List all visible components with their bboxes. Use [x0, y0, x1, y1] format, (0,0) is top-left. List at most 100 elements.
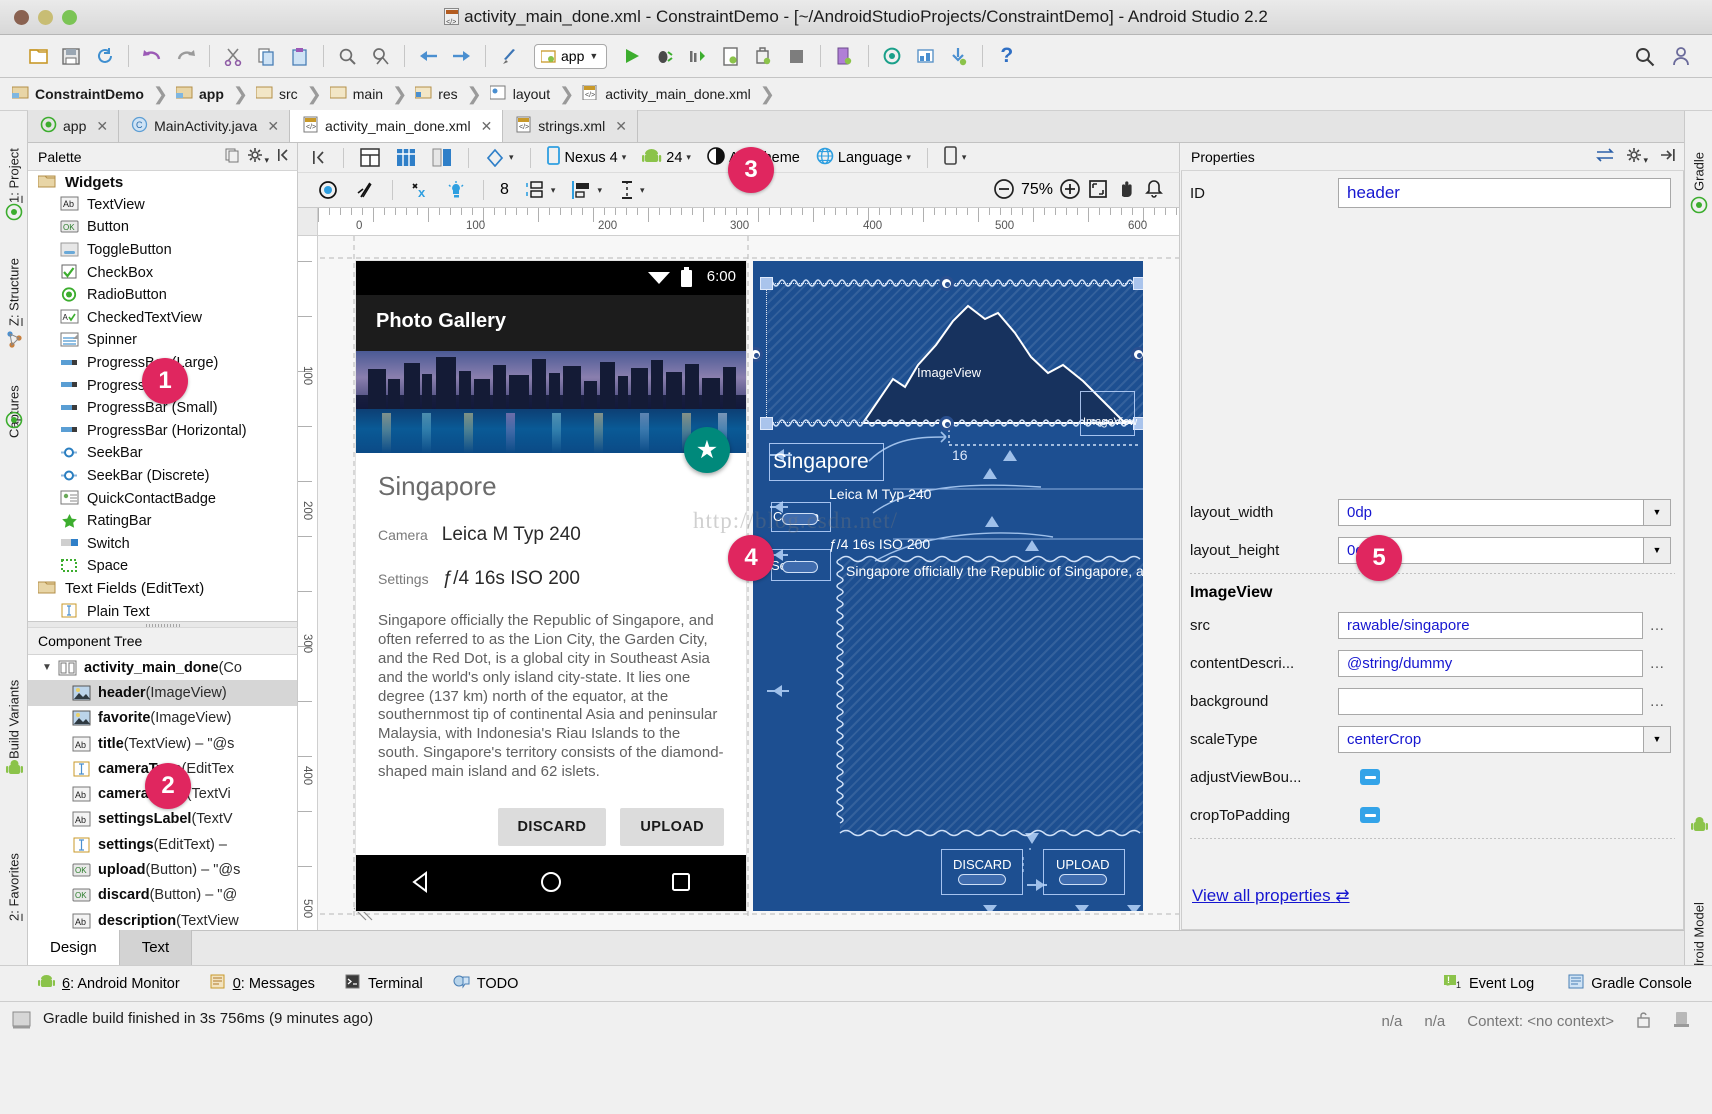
paste-icon[interactable]	[283, 41, 316, 71]
memory-icon[interactable]	[1673, 1010, 1690, 1032]
default-margin-value[interactable]: 8	[492, 177, 517, 203]
chevron-down-icon[interactable]: ▼	[1644, 499, 1671, 526]
palette-item-spinner[interactable]: Spinner	[28, 329, 297, 352]
src-field[interactable]: rawable/singapore	[1338, 612, 1643, 639]
croptopadding-toggle[interactable]	[1360, 807, 1380, 823]
tab-design[interactable]: Design	[28, 930, 120, 965]
blueprint-settings-field[interactable]	[782, 561, 818, 573]
toggle-view-icon[interactable]	[1595, 148, 1615, 165]
palette-item-ratingbar[interactable]: RatingBar	[28, 510, 297, 533]
palette-item-checkbox[interactable]: CheckBox	[28, 261, 297, 284]
build-icon[interactable]	[493, 41, 526, 71]
scaletype-field[interactable]: centerCrop	[1338, 726, 1644, 753]
layout-inspector-icon[interactable]	[876, 41, 909, 71]
find-replace-icon[interactable]	[364, 41, 397, 71]
sdk-manager-icon[interactable]	[747, 41, 780, 71]
search-everywhere-icon[interactable]	[1628, 41, 1661, 71]
palette-item-progressbar-horizontal[interactable]: ProgressBar (Horizontal)	[28, 420, 297, 443]
layout-width-field[interactable]: 0dp	[1338, 499, 1644, 526]
collapse-panel-icon[interactable]	[304, 145, 335, 171]
blueprint-upload-button[interactable]	[1043, 849, 1125, 895]
resize-handle-top-right[interactable]	[1133, 277, 1143, 290]
debug-icon[interactable]	[648, 41, 681, 71]
align-icon[interactable]: ▾	[563, 177, 610, 203]
run-icon[interactable]	[615, 41, 648, 71]
breadcrumb-item-project[interactable]: ConstraintDemo	[12, 78, 153, 111]
sync-icon[interactable]	[88, 41, 121, 71]
palette-item-radiobutton[interactable]: RadioButton	[28, 284, 297, 307]
home-nav-icon[interactable]	[539, 870, 563, 897]
id-field[interactable]: header	[1338, 178, 1671, 208]
sidebar-item-favorites[interactable]: 2: Favorites	[0, 811, 28, 921]
back-icon[interactable]	[412, 41, 445, 71]
table-row[interactable]: OK discard (Button) – "@	[28, 883, 297, 908]
breadcrumb-item-src[interactable]: src	[256, 78, 307, 111]
chevron-down-icon[interactable]: ▼	[1644, 537, 1671, 564]
table-row[interactable]: header (ImageView)	[28, 680, 297, 705]
background-browse-button[interactable]: …	[1643, 693, 1671, 710]
table-row[interactable]: settings (EditText) –	[28, 832, 297, 857]
lock-icon[interactable]	[1636, 1011, 1651, 1032]
collapse-all-icon[interactable]	[277, 148, 291, 165]
warnings-icon[interactable]	[1143, 178, 1165, 203]
blueprint-description-box[interactable]	[840, 559, 1143, 833]
palette-item-switch[interactable]: Switch	[28, 533, 297, 556]
tool-window-event-log[interactable]: !1 Event Log	[1443, 974, 1534, 994]
pack-icon[interactable]: ▾	[517, 177, 564, 203]
back-nav-icon[interactable]	[409, 870, 433, 897]
close-icon[interactable]: ✕	[96, 118, 108, 135]
autoconnect-icon[interactable]	[347, 177, 384, 203]
avd-manager-icon[interactable]	[909, 41, 942, 71]
adjustviewbounds-toggle[interactable]	[1360, 769, 1380, 785]
show-constraints-icon[interactable]	[310, 177, 347, 203]
design-view-icon[interactable]	[352, 145, 388, 171]
infer-constraints-icon[interactable]	[438, 177, 475, 203]
palette-item-plain-text[interactable]: Plain Text	[28, 600, 297, 621]
view-all-properties-link[interactable]: View all properties ⇄	[1192, 886, 1350, 906]
chevron-down-icon[interactable]: ▼	[1644, 726, 1671, 753]
run-step-icon[interactable]	[681, 41, 714, 71]
chevron-down-icon[interactable]: ▾	[551, 185, 556, 196]
discard-button[interactable]: DISCARD	[498, 808, 607, 846]
tool-window-android-monitor[interactable]: 6: Android Monitor	[38, 974, 180, 993]
table-row[interactable]: Ab title (TextView) – "@s	[28, 731, 297, 756]
chevron-down-icon[interactable]: ▾	[640, 185, 645, 196]
src-browse-button[interactable]: …	[1643, 617, 1671, 634]
gear-icon[interactable]: ▾	[248, 148, 269, 166]
blueprint-view-icon[interactable]	[388, 145, 424, 171]
gear-icon[interactable]: ▾	[1627, 148, 1648, 166]
tool-window-todo[interactable]: TODO	[453, 974, 519, 993]
help-icon[interactable]: ?	[990, 41, 1023, 71]
camera-value[interactable]: Leica M Typ 240	[442, 524, 581, 546]
language-selector[interactable]: Language ▾	[808, 145, 919, 171]
table-row[interactable]: Ab description (TextView	[28, 908, 297, 930]
sidebar-item-structure[interactable]: Z: Structure	[0, 216, 28, 326]
palette-item-button[interactable]: OK Button	[28, 216, 297, 239]
blueprint-view[interactable]: ImageView ImageView 16 Singapore Leica M…	[753, 261, 1143, 911]
tool-window-gradle-console[interactable]: Gradle Console	[1568, 974, 1692, 993]
chevron-down-icon[interactable]: ▼	[42, 662, 56, 673]
blueprint-discard-button[interactable]	[941, 849, 1023, 895]
chevron-down-icon[interactable]: ▾	[962, 152, 967, 163]
save-all-icon[interactable]	[55, 41, 88, 71]
close-icon[interactable]: ✕	[481, 118, 493, 135]
palette-tree-splitter[interactable]	[28, 621, 298, 628]
tab-app[interactable]: app ✕	[28, 110, 119, 142]
avd-icon[interactable]	[714, 41, 747, 71]
contentdescription-browse-button[interactable]: …	[1643, 655, 1671, 672]
download-icon[interactable]	[942, 41, 975, 71]
tool-window-messages[interactable]: 0: Messages	[210, 974, 315, 993]
sidebar-item-project[interactable]: 1: Project	[0, 117, 28, 203]
settings-value[interactable]: ƒ/4 16s ISO 200	[443, 568, 580, 590]
tab-mainactivity[interactable]: C MainActivity.java ✕	[119, 110, 290, 142]
hide-panel-icon[interactable]	[1660, 148, 1676, 165]
blueprint-favorite-imageview[interactable]	[1080, 391, 1135, 436]
table-row[interactable]: OK upload (Button) – "@s	[28, 857, 297, 882]
close-icon[interactable]: ✕	[267, 118, 279, 135]
tab-strings[interactable]: </> strings.xml ✕	[503, 110, 638, 142]
palette-group-text-fields[interactable]: Text Fields (EditText)	[28, 578, 297, 601]
resize-handle-bottom-left[interactable]	[760, 417, 773, 430]
sidebar-item-build-variants[interactable]: Build Variants	[0, 641, 28, 759]
guidelines-icon[interactable]: ▾	[610, 177, 653, 203]
palette-item-textview[interactable]: Ab TextView	[28, 194, 297, 217]
